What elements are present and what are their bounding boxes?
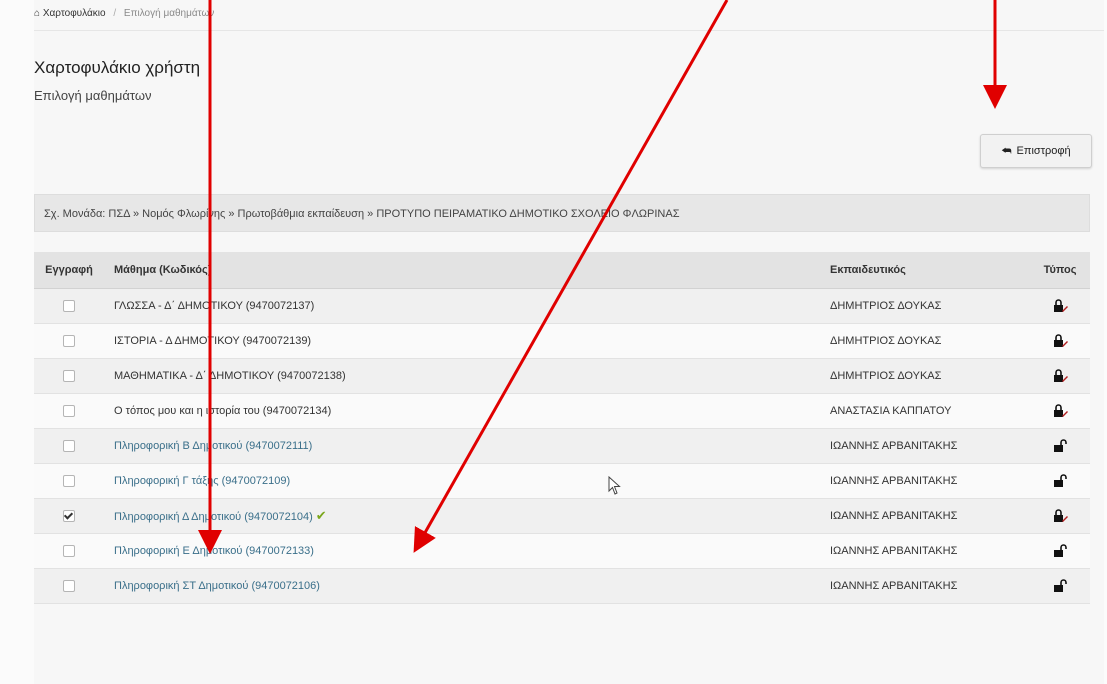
course-cell: Πληροφορική Γ τάξης (9470072109)	[104, 463, 820, 499]
register-checkbox[interactable]	[63, 299, 75, 312]
register-checkbox[interactable]	[63, 544, 75, 557]
table-header-row: Εγγραφή Μάθημα (Κωδικός) Εκπαιδευτικός Τ…	[34, 252, 1090, 289]
checkmark-icon: ✔	[315, 507, 327, 523]
registration-cell	[34, 428, 104, 464]
breadcrumb-separator: /	[113, 8, 117, 19]
register-checkbox[interactable]	[63, 404, 75, 417]
type-cell	[1030, 288, 1090, 324]
table-row: Πληροφορική Δ Δημοτικού (9470072104) ✔ ΙΩΑ…	[34, 498, 1090, 534]
type-cell	[1030, 393, 1090, 429]
back-button[interactable]: ⮪ Επιστροφή	[980, 134, 1092, 168]
table-row: ΓΛΩΣΣΑ - Δ΄ ΔΗΜΟΤΙΚΟΥ (9470072137) ΔΗΜΗΤΡ…	[34, 288, 1090, 324]
course-cell: ΜΑΘΗΜΑΤΙΚΑ - Δ΄ ΔΗΜΟΤΙΚΟΥ (9470072138)	[104, 358, 820, 394]
teacher-cell: ΑΝΑΣΤΑΣΙΑ ΚΑΠΠΑΤΟΥ	[820, 393, 1030, 429]
register-checkbox[interactable]	[63, 369, 75, 382]
unlock-icon	[1054, 578, 1067, 592]
table-row: ΜΑΘΗΜΑΤΙΚΑ - Δ΄ ΔΗΜΟΤΙΚΟΥ (9470072138) ΔΗ…	[34, 358, 1090, 394]
registration-cell	[34, 323, 104, 359]
table-row: Πληροφορική Ε Δημοτικού (9470072133) ΙΩΑΝ…	[34, 533, 1090, 569]
course-link[interactable]: Πληροφορική Ε Δημοτικού (9470072133)	[114, 545, 314, 557]
table-row: Ο τόπος μου και η ιστορία του (947007213…	[34, 393, 1090, 429]
teacher-cell: ΔΗΜΗΤΡΙΟΣ ΔΟΥΚΑΣ	[820, 358, 1030, 394]
table-row: ΙΣΤΟΡΙΑ - Δ ΔΗΜΟΤΙΚΟΥ (9470072139) ΔΗΜΗΤΡ…	[34, 323, 1090, 359]
unlock-icon	[1054, 438, 1067, 452]
course-name: ΜΑΘΗΜΑΤΙΚΑ - Δ΄ ΔΗΜΟΤΙΚΟΥ (9470072138)	[114, 369, 346, 382]
course-name: ΙΣΤΟΡΙΑ - Δ ΔΗΜΟΤΙΚΟΥ (9470072139)	[114, 334, 312, 347]
register-checkbox[interactable]	[63, 439, 75, 452]
page: ⌂ Χαρτοφυλάκιο / Επιλογή μαθημάτων Χαρτο…	[0, 0, 1107, 684]
course-cell: Πληροφορική Β Δημοτικού (9470072111)	[104, 428, 820, 464]
unlock-icon	[1054, 473, 1067, 487]
table-row: Πληροφορική ΣΤ Δημοτικού (9470072106) ΙΩΑ…	[34, 568, 1090, 604]
registration-cell	[34, 288, 104, 324]
table-row: Πληροφορική Β Δημοτικού (9470072111) ΙΩΑΝ…	[34, 428, 1090, 464]
courses-table: Εγγραφή Μάθημα (Κωδικός) Εκπαιδευτικός Τ…	[34, 252, 1090, 604]
registration-cell	[34, 393, 104, 429]
breadcrumb-current: Επιλογή μαθημάτων	[123, 8, 215, 19]
registration-cell	[34, 533, 104, 569]
lock-icon	[1054, 298, 1068, 312]
register-checkbox[interactable]	[63, 579, 75, 592]
register-checkbox[interactable]	[63, 334, 75, 347]
course-link[interactable]: Πληροφορική Β Δημοτικού (9470072111)	[114, 440, 312, 452]
registration-cell	[34, 358, 104, 394]
teacher-cell: ΙΩΑΝΝΗΣ ΑΡΒΑΝΙΤΑΚΗΣ	[820, 498, 1030, 534]
teacher-cell: ΙΩΑΝΝΗΣ ΑΡΒΑΝΙΤΑΚΗΣ	[820, 463, 1030, 499]
lock-icon	[1054, 368, 1068, 382]
main-content: ⌂ Χαρτοφυλάκιο / Επιλογή μαθημάτων Χαρτο…	[34, 0, 1104, 684]
type-cell	[1030, 498, 1090, 534]
course-cell: ΓΛΩΣΣΑ - Δ΄ ΔΗΜΟΤΙΚΟΥ (9470072137)	[104, 288, 820, 324]
type-cell	[1030, 323, 1090, 359]
course-link[interactable]: Πληροφορική ΣΤ Δημοτικού (9470072106)	[114, 580, 320, 592]
teacher-cell: ΙΩΑΝΝΗΣ ΑΡΒΑΝΙΤΑΚΗΣ	[820, 428, 1030, 464]
teacher-cell: ΙΩΑΝΝΗΣ ΑΡΒΑΝΙΤΑΚΗΣ	[820, 533, 1030, 569]
course-cell: Ο τόπος μου και η ιστορία του (947007213…	[104, 393, 820, 429]
school-unit-path: Σχ. Μονάδα: ΠΣΔ » Νομός Φλωρίνης » Πρωτο…	[34, 194, 1090, 232]
breadcrumb: ⌂ Χαρτοφυλάκιο / Επιλογή μαθημάτων	[34, 8, 1104, 31]
course-link[interactable]: Πληροφορική Δ Δημοτικού (9470072104)	[114, 511, 313, 523]
registration-cell	[34, 498, 104, 534]
unlock-icon	[1054, 543, 1067, 557]
lock-icon	[1054, 403, 1068, 417]
teacher-cell: ΔΗΜΗΤΡΙΟΣ ΔΟΥΚΑΣ	[820, 288, 1030, 324]
type-cell	[1030, 568, 1090, 604]
header-registration: Εγγραφή	[34, 252, 104, 289]
teacher-cell: ΙΩΑΝΝΗΣ ΑΡΒΑΝΙΤΑΚΗΣ	[820, 568, 1030, 604]
register-checkbox[interactable]	[63, 474, 75, 487]
breadcrumb-home-label: Χαρτοφυλάκιο	[42, 8, 106, 19]
back-button-label: Επιστροφή	[1016, 145, 1071, 157]
header-teacher: Εκπαιδευτικός	[820, 252, 1030, 289]
page-title: Χαρτοφυλάκιο χρήστη	[34, 58, 201, 77]
type-cell	[1030, 428, 1090, 464]
reply-icon: ⮪	[1001, 144, 1012, 157]
table-row: Πληροφορική Γ τάξης (9470072109) ΙΩΑΝΝΗΣ …	[34, 463, 1090, 499]
course-cell: Πληροφορική ΣΤ Δημοτικού (9470072106)	[104, 568, 820, 604]
mouse-cursor-icon	[608, 476, 621, 495]
teacher-cell: ΔΗΜΗΤΡΙΟΣ ΔΟΥΚΑΣ	[820, 323, 1030, 359]
lock-icon	[1054, 508, 1068, 522]
type-cell	[1030, 533, 1090, 569]
registration-cell	[34, 568, 104, 604]
type-cell	[1030, 463, 1090, 499]
course-link[interactable]: Πληροφορική Γ τάξης (9470072109)	[114, 475, 290, 487]
course-cell: Πληροφορική Δ Δημοτικού (9470072104) ✔	[104, 498, 820, 534]
header-course: Μάθημα (Κωδικός)	[104, 252, 820, 289]
home-icon: ⌂	[34, 8, 41, 19]
register-checkbox[interactable]	[63, 509, 75, 522]
course-name: Ο τόπος μου και η ιστορία του (947007213…	[114, 404, 332, 417]
registration-cell	[34, 463, 104, 499]
course-name: ΓΛΩΣΣΑ - Δ΄ ΔΗΜΟΤΙΚΟΥ (9470072137)	[114, 299, 315, 312]
page-subtitle: Επιλογή μαθημάτων	[34, 88, 152, 103]
lock-icon	[1054, 333, 1068, 347]
type-cell	[1030, 358, 1090, 394]
header-type: Τύπος	[1030, 252, 1090, 289]
course-cell: Πληροφορική Ε Δημοτικού (9470072133)	[104, 533, 820, 569]
breadcrumb-home-link[interactable]: ⌂ Χαρτοφυλάκιο	[34, 8, 108, 19]
course-cell: ΙΣΤΟΡΙΑ - Δ ΔΗΜΟΤΙΚΟΥ (9470072139)	[104, 323, 820, 359]
